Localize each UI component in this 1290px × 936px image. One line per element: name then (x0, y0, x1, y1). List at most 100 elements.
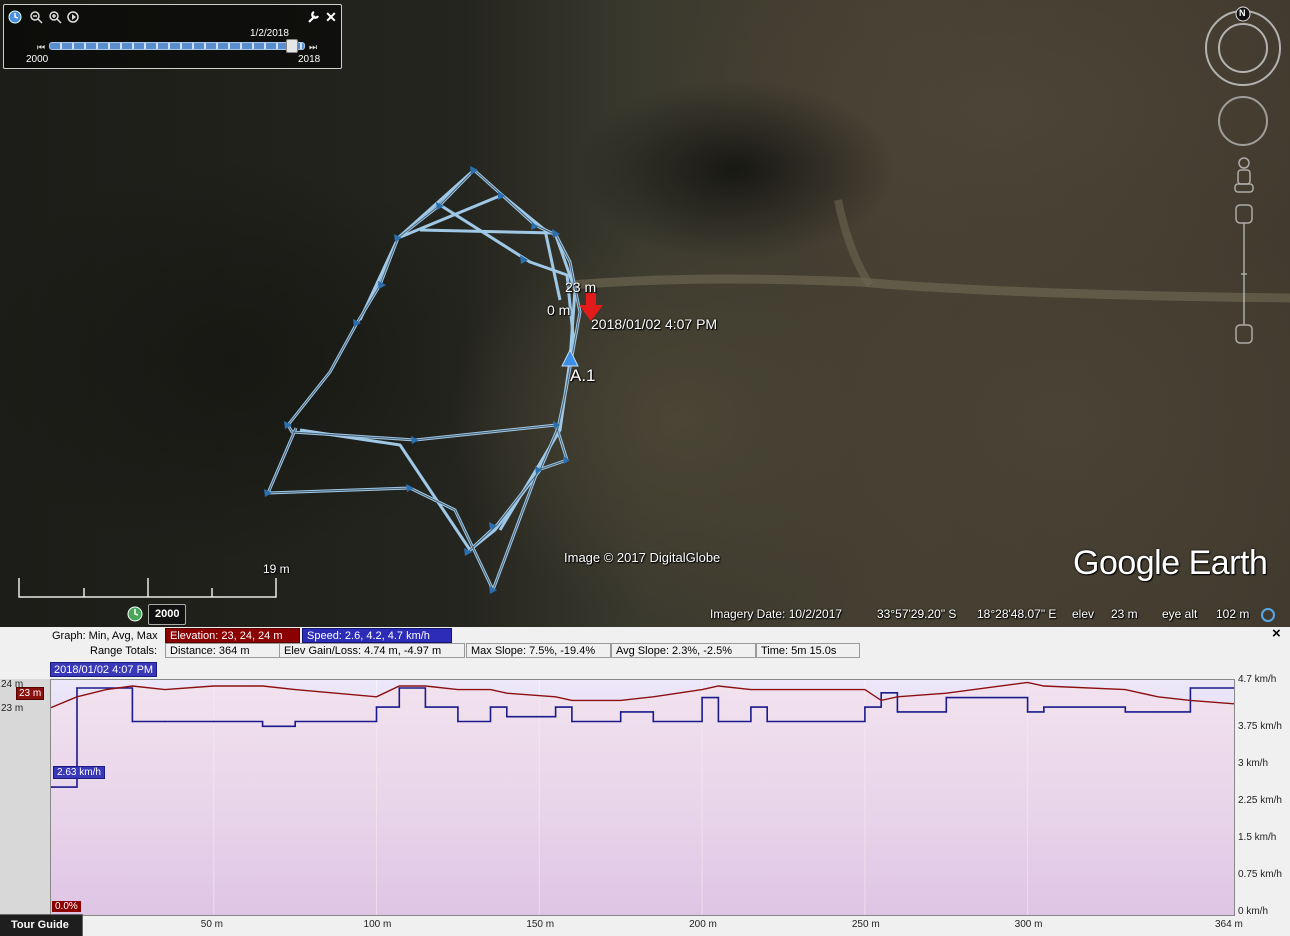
north-indicator: N (1239, 8, 1246, 18)
right-tick-label: 2.25 km/h (1238, 794, 1282, 806)
cursor-elevation-tag: 23 m (16, 687, 45, 700)
track-end-label: 23 m (565, 279, 597, 295)
speed-point (1026, 711, 1029, 713)
close-icon[interactable]: ✕ (324, 10, 338, 24)
speed-point (294, 720, 296, 723)
speed-point (375, 706, 378, 708)
right-tick-label: 3.75 km/h (1238, 720, 1282, 732)
speed-point (896, 711, 899, 713)
left-tick-min: 23 m (1, 703, 24, 714)
cursor-slope-tag: 0.0% (52, 901, 81, 912)
speed-point (750, 706, 752, 708)
speed-point (1157, 711, 1159, 713)
image-credit: Image © 2017 DigitalGlobe (564, 550, 721, 565)
gps-track (266, 168, 582, 592)
zoom-out-time-icon[interactable] (29, 10, 43, 24)
time-total: Time: 5m 15.0s (756, 643, 860, 658)
time-slider-track[interactable] (49, 42, 305, 50)
zoom-in-time-icon[interactable] (48, 10, 62, 24)
speed-point (652, 720, 655, 723)
elev-value: 23 m (1111, 607, 1138, 621)
speed-point (105, 687, 108, 689)
historical-year-badge[interactable]: 2000 (148, 604, 187, 625)
eye-alt-label: eye alt (1162, 607, 1198, 621)
speed-point (571, 720, 573, 723)
elev-label: elev (1072, 607, 1095, 621)
x-tick-label: 300 m (1014, 919, 1043, 930)
skip-forward-icon[interactable]: ⏭ (306, 40, 320, 54)
speed-point (880, 691, 882, 694)
range-totals-label: Range Totals: (90, 645, 158, 657)
navigation-controls: N (1200, 0, 1290, 360)
close-panel-icon[interactable]: × (1272, 626, 1281, 642)
speed-point (701, 696, 703, 699)
loading-indicator-icon (1260, 607, 1276, 627)
speed-point (619, 711, 622, 713)
speed-point (131, 720, 134, 723)
speed-point (766, 720, 769, 723)
placemark-label[interactable]: A.1 (570, 366, 596, 386)
right-tick-label: 4.7 km/h (1238, 674, 1277, 685)
wrench-icon[interactable] (306, 10, 320, 24)
look-joystick-icon (1218, 96, 1268, 146)
right-tick-label: 0 km/h (1238, 906, 1269, 917)
speed-point (1043, 706, 1045, 708)
marker-time-label: 2018/01/02 4:07 PM (591, 316, 718, 332)
graph-label: Graph: Min, Avg, Max (52, 630, 158, 642)
street-view-pegman-icon (1234, 157, 1254, 193)
clock-icon[interactable] (8, 10, 22, 24)
speed-point (1124, 711, 1127, 713)
speed-point (76, 687, 78, 689)
speed-point (489, 706, 492, 708)
speed-point (554, 706, 557, 708)
tour-guide-button[interactable]: Tour Guide (0, 914, 83, 936)
scale-legend: 19 m (18, 560, 290, 600)
right-tick-label: 0.75 km/h (1238, 868, 1282, 880)
google-earth-watermark: Google Earth (1073, 544, 1268, 582)
skip-back-icon[interactable]: ⏮ (34, 40, 48, 54)
x-tick-label: 250 m (851, 919, 880, 930)
cursor-time-tag: 2018/01/02 4:07 PM (50, 662, 158, 677)
profile-plot[interactable] (50, 679, 1235, 916)
speed-point (717, 720, 720, 723)
compass-ring-icon[interactable] (1205, 10, 1281, 86)
elevation-profile-panel: Graph: Min, Avg, Max Elevation: 23, 24, … (0, 626, 1290, 936)
right-tick-label: 3 km/h (1238, 757, 1269, 769)
speed-point (945, 696, 948, 699)
speed-point (164, 720, 166, 723)
speed-point (457, 720, 459, 723)
map-view[interactable]: 23 m 0 m 2018/01/02 4:07 PM A.1 Image © … (0, 0, 1290, 627)
cursor-speed-tag: 2.63 km/h (53, 766, 105, 779)
elevation-summary-tag[interactable]: Elevation: 23, 24, 24 m (165, 628, 300, 643)
play-icon[interactable] (66, 10, 80, 24)
slider-start-label: 2000 (26, 54, 49, 65)
zoom-slider-icon (1235, 204, 1253, 344)
speed-summary-tag[interactable]: Speed: 2.6, 4.2, 4.7 km/h (302, 628, 452, 643)
historical-clock-icon[interactable] (127, 606, 143, 627)
elevation-area (51, 682, 1234, 915)
historical-imagery-slider[interactable]: ✕ 1/2/2018 ⏮ ⏭ 2000 2018 (3, 4, 342, 69)
speed-point (398, 687, 401, 689)
scale-label: 19 m (263, 562, 290, 576)
avg-slope: Avg Slope: 2.3%, -2.5% (611, 643, 756, 658)
x-tick-label: 364 m (1215, 919, 1243, 930)
right-tick-label: 1.5 km/h (1238, 831, 1277, 843)
elev-gain-loss: Elev Gain/Loss: 4.74 m, -4.97 m (279, 643, 465, 658)
speed-point (424, 706, 427, 708)
speed-point (864, 706, 866, 708)
speed-point (261, 725, 264, 728)
slider-current-date: 1/2/2018 (250, 28, 289, 39)
latitude: 33°57'29.20" S (877, 607, 957, 621)
x-tick-label: 50 m (200, 919, 223, 930)
track-start-label: 0 m (547, 302, 571, 318)
max-slope: Max Slope: 7.5%, -19.4% (466, 643, 611, 658)
longitude: 18°28'48.07" E (977, 607, 1057, 621)
speed-point (505, 715, 508, 718)
status-bar: 2000 Imagery Date: 10/2/2017 33°57'29.20… (0, 604, 1290, 626)
map-imagery-features (264, 166, 1290, 594)
profile-chart-svg (51, 680, 1234, 915)
time-slider-thumb[interactable] (286, 39, 299, 53)
x-tick-label: 200 m (689, 919, 717, 930)
x-tick-label: 150 m (526, 919, 555, 930)
imagery-date: Imagery Date: 10/2/2017 (710, 607, 843, 621)
